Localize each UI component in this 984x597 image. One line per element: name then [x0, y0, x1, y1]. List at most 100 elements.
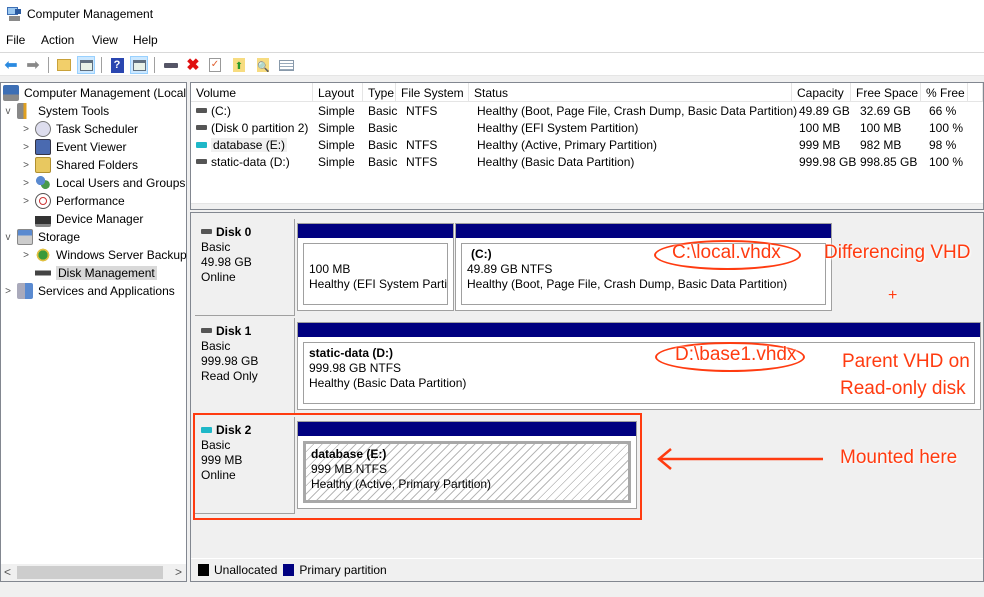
volume-row[interactable]: (C:) Simple Basic NTFS Healthy (Boot, Pa… [191, 103, 981, 120]
column-header-type[interactable]: Type [363, 83, 396, 102]
partition-c[interactable]: (C:) 49.89 GB NTFS Healthy (Boot, Page F… [455, 223, 832, 311]
delete-icon: ✖ [186, 57, 200, 74]
primary-partition-bar [298, 224, 453, 238]
tree-item-services-applications[interactable]: > Services and Applications [3, 282, 175, 300]
annotation-parent-line1: Parent VHD on [842, 351, 970, 372]
chevron-right-icon[interactable]: > [21, 196, 31, 207]
scroll-right-icon[interactable]: > [175, 565, 182, 579]
annotation-differencing-vhd: Differencing VHD [824, 242, 971, 263]
drive-icon [196, 141, 207, 148]
annotation-highlight-box [193, 413, 642, 520]
chevron-right-icon[interactable]: > [21, 124, 31, 135]
scroll-left-icon[interactable]: < [4, 565, 11, 579]
menu-view[interactable]: View [92, 33, 118, 47]
properties-button[interactable]: ✓ [206, 56, 224, 74]
chevron-down-icon[interactable]: v [3, 232, 13, 243]
disk-state: Online [201, 270, 236, 284]
computer-icon [3, 85, 19, 101]
column-header-capacity[interactable]: Capacity [792, 83, 851, 102]
delete-button[interactable]: ✖ [184, 56, 202, 74]
chevron-down-icon[interactable]: v [3, 106, 13, 117]
up-folder-icon [57, 59, 71, 71]
drive-icon [196, 125, 207, 131]
forward-arrow-icon: ➡ [26, 57, 40, 74]
partition-status: Healthy (EFI System Partitic [309, 277, 448, 291]
toolbar-separator [101, 57, 102, 73]
back-button[interactable]: ⬅ [2, 56, 20, 74]
back-arrow-icon: ⬅ [4, 57, 18, 74]
show-hide-console-tree-button[interactable] [77, 56, 95, 74]
show-hide-action-pane-button[interactable] [130, 56, 148, 74]
event-viewer-icon [35, 139, 51, 155]
annotation-plus: + [888, 287, 898, 304]
annotation-parent-line2: Read-only disk [840, 378, 966, 399]
tree-item-shared-folders[interactable]: > Shared Folders [21, 156, 138, 174]
toolbar-separator [154, 57, 155, 73]
disk-1-info[interactable]: Disk 1 Basic 999.98 GB Read Only [195, 318, 295, 415]
tree-item-disk-management[interactable]: Disk Management [21, 264, 157, 282]
up-one-level-button[interactable] [55, 56, 73, 74]
list-settings-icon [278, 59, 294, 71]
chevron-right-icon[interactable]: > [3, 286, 13, 297]
chevron-right-icon[interactable]: > [21, 142, 31, 153]
menu-bar: File Action View Help [0, 28, 984, 52]
primary-partition-bar [456, 224, 831, 238]
show-hide-action-pane-icon [132, 59, 146, 71]
scrollbar-thumb[interactable] [17, 566, 163, 579]
volume-list-scrollbar[interactable] [191, 203, 983, 209]
column-header-percent-free[interactable]: % Free [921, 83, 968, 102]
disk-legend: Unallocated Primary partition [192, 561, 387, 579]
column-header-file-system[interactable]: File System [396, 83, 469, 102]
annotation-arrow-icon [657, 448, 823, 470]
column-header-layout[interactable]: Layout [313, 83, 363, 102]
show-hide-console-tree-icon [79, 59, 93, 71]
tree-item-windows-server-backup[interactable]: > Windows Server Backup [21, 246, 187, 264]
chevron-right-icon[interactable]: > [21, 178, 31, 189]
tree-item-system-tools[interactable]: v System Tools [3, 102, 109, 120]
menu-file[interactable]: File [6, 33, 25, 47]
search-button[interactable]: 🔍 [254, 56, 272, 74]
computer-management-icon [7, 7, 21, 21]
volume-row-selected[interactable]: database (E:) Simple Basic NTFS Healthy … [191, 137, 981, 154]
search-folder-icon: 🔍 [257, 58, 269, 73]
device-manager-icon [35, 211, 51, 227]
connect-button[interactable] [162, 56, 180, 74]
disk-0-info[interactable]: Disk 0 Basic 49.98 GB Online [195, 219, 295, 316]
tree-item-performance[interactable]: > Performance [21, 192, 125, 210]
primary-partition-bar [298, 323, 980, 337]
list-settings-button[interactable] [277, 56, 295, 74]
legend-swatch-unallocated [198, 564, 209, 576]
partition-efi[interactable]: 100 MB Healthy (EFI System Partitic [297, 223, 454, 311]
column-header-volume[interactable]: Volume [191, 83, 313, 102]
chevron-right-icon[interactable]: > [21, 160, 31, 171]
volume-row[interactable]: static-data (D:) Simple Basic NTFS Healt… [191, 154, 981, 171]
volume-row[interactable]: (Disk 0 partition 2) Simple Basic Health… [191, 120, 981, 137]
forward-button[interactable]: ➡ [24, 56, 42, 74]
menu-action[interactable]: Action [41, 33, 74, 47]
disk-state: Read Only [201, 369, 258, 383]
disk-name: Disk 0 [216, 225, 252, 239]
chevron-right-icon[interactable]: > [21, 250, 31, 261]
tree-item-computer-management[interactable]: Computer Management (Local [3, 84, 186, 102]
toolbar: ⬅ ➡ ? ✖ ✓ ⬆ 🔍 [0, 52, 984, 76]
toolbar-separator [48, 57, 49, 73]
partition-status: Healthy (Boot, Page File, Crash Dump, Ba… [467, 277, 788, 291]
window-title: Computer Management [27, 7, 154, 21]
storage-icon [17, 229, 33, 245]
disk-name: Disk 1 [216, 324, 252, 338]
column-header-free-space[interactable]: Free Space [851, 83, 921, 102]
column-header-status[interactable]: Status [469, 83, 792, 102]
legend-swatch-primary [283, 564, 295, 576]
tree-item-task-scheduler[interactable]: > Task Scheduler [21, 120, 138, 138]
menu-help[interactable]: Help [133, 33, 158, 47]
navigation-tree: Computer Management (Local v System Tools… [0, 82, 187, 582]
help-button[interactable]: ? [108, 56, 126, 74]
tree-item-device-manager[interactable]: Device Manager [21, 210, 143, 228]
legend-label-primary: Primary partition [299, 563, 387, 577]
tree-item-storage[interactable]: v Storage [3, 228, 80, 246]
disk-size: 999.98 GB [201, 354, 259, 368]
tree-item-local-users-groups[interactable]: > Local Users and Groups [21, 174, 185, 192]
tree-item-event-viewer[interactable]: > Event Viewer [21, 138, 126, 156]
export-list-button[interactable]: ⬆ [230, 56, 248, 74]
tree-horizontal-scrollbar[interactable]: < > [1, 564, 186, 581]
